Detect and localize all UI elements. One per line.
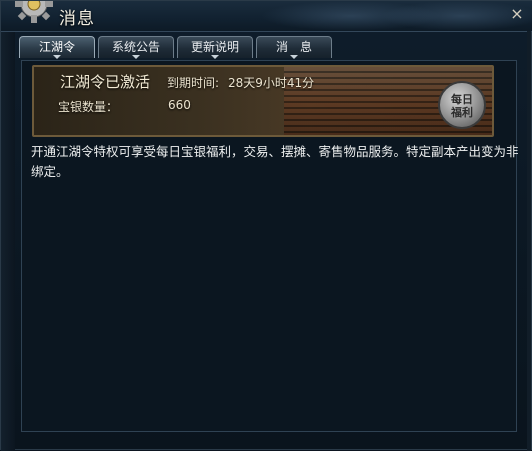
chevron-down-icon [53, 55, 61, 59]
right-edge [527, 31, 531, 451]
banner-corner [34, 127, 42, 135]
banner-corner [484, 67, 492, 75]
gear-icon [15, 1, 53, 23]
window-title: 消息 [59, 9, 95, 29]
tab-label: 消 息 [275, 40, 312, 54]
expire-value: 28天9小时41分 [228, 76, 315, 90]
banner-corner [484, 127, 492, 135]
title-bar[interactable]: 消息 × [1, 1, 532, 32]
daily-benefit-badge[interactable]: 每日 福利 [438, 81, 486, 129]
window-left-edge [1, 31, 15, 451]
privilege-description: 开通江湖令特权可享受每日宝银福利，交易、摆摊、寄售物品服务。特定副本产出变为非绑… [31, 144, 519, 179]
silver-amount-value: 660 [168, 98, 191, 112]
tab-label: 江湖令 [38, 40, 75, 54]
tab-label: 系统公告 [111, 40, 160, 54]
chevron-down-icon [132, 55, 140, 59]
expire-label: 到期时间: [167, 76, 220, 90]
tab-messages[interactable]: 消 息 [256, 36, 332, 59]
tab-jianghuling[interactable]: 江湖令 [19, 36, 95, 59]
activation-status: 江湖令已激活 [60, 73, 151, 91]
close-icon[interactable]: × [509, 6, 525, 22]
chevron-down-icon [290, 55, 298, 59]
silver-amount-label: 宝银数量： [58, 100, 119, 114]
badge-line-1: 每日 [451, 93, 473, 106]
badge-line-2: 福利 [451, 106, 473, 119]
banner-corner [34, 67, 42, 75]
tab-update-notes[interactable]: 更新说明 [177, 36, 253, 59]
tab-system-announcement[interactable]: 系统公告 [98, 36, 174, 59]
message-window: 消息 × 江湖令 系统公告 更新说明 消 息 江湖令已激活 到期时间: 28天9… [0, 0, 532, 451]
tab-label: 更新说明 [190, 40, 239, 54]
chevron-down-icon [211, 55, 219, 59]
